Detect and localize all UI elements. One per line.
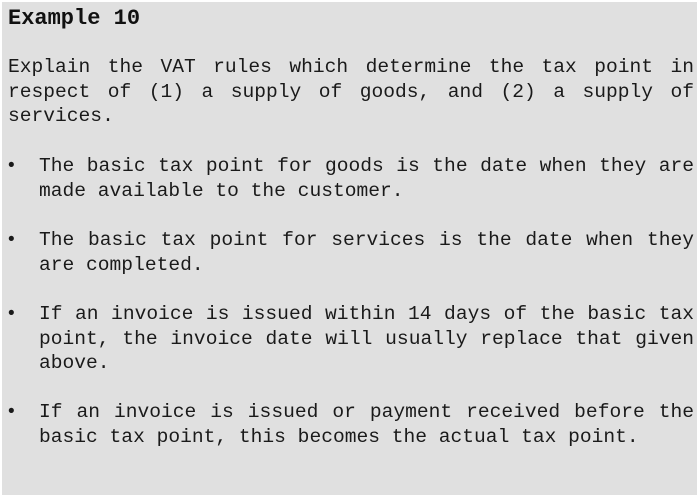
- bullet-icon: •: [8, 303, 15, 324]
- question-text: Explain the VAT rules which determine th…: [8, 56, 694, 127]
- bullet-text: The basic tax point for services is the …: [39, 229, 694, 276]
- bullet-text: If an invoice is issued within 14 days o…: [39, 303, 694, 374]
- bullet-text: The basic tax point for goods is the dat…: [39, 155, 694, 202]
- bullet-icon: •: [8, 229, 15, 250]
- bullet-icon: •: [8, 401, 15, 422]
- bullet-item: • The basic tax point for services is th…: [8, 228, 694, 277]
- example-box: Example 10 Explain the VAT rules which d…: [2, 2, 697, 495]
- bullet-item: • If an invoice is issued or payment rec…: [8, 400, 694, 449]
- bullet-text: If an invoice is issued or payment recei…: [39, 401, 694, 448]
- bullet-item: • The basic tax point for goods is the d…: [8, 154, 694, 203]
- bullet-icon: •: [8, 155, 15, 176]
- example-title: Example 10: [8, 6, 141, 31]
- bullet-item: • If an invoice is issued within 14 days…: [8, 302, 694, 376]
